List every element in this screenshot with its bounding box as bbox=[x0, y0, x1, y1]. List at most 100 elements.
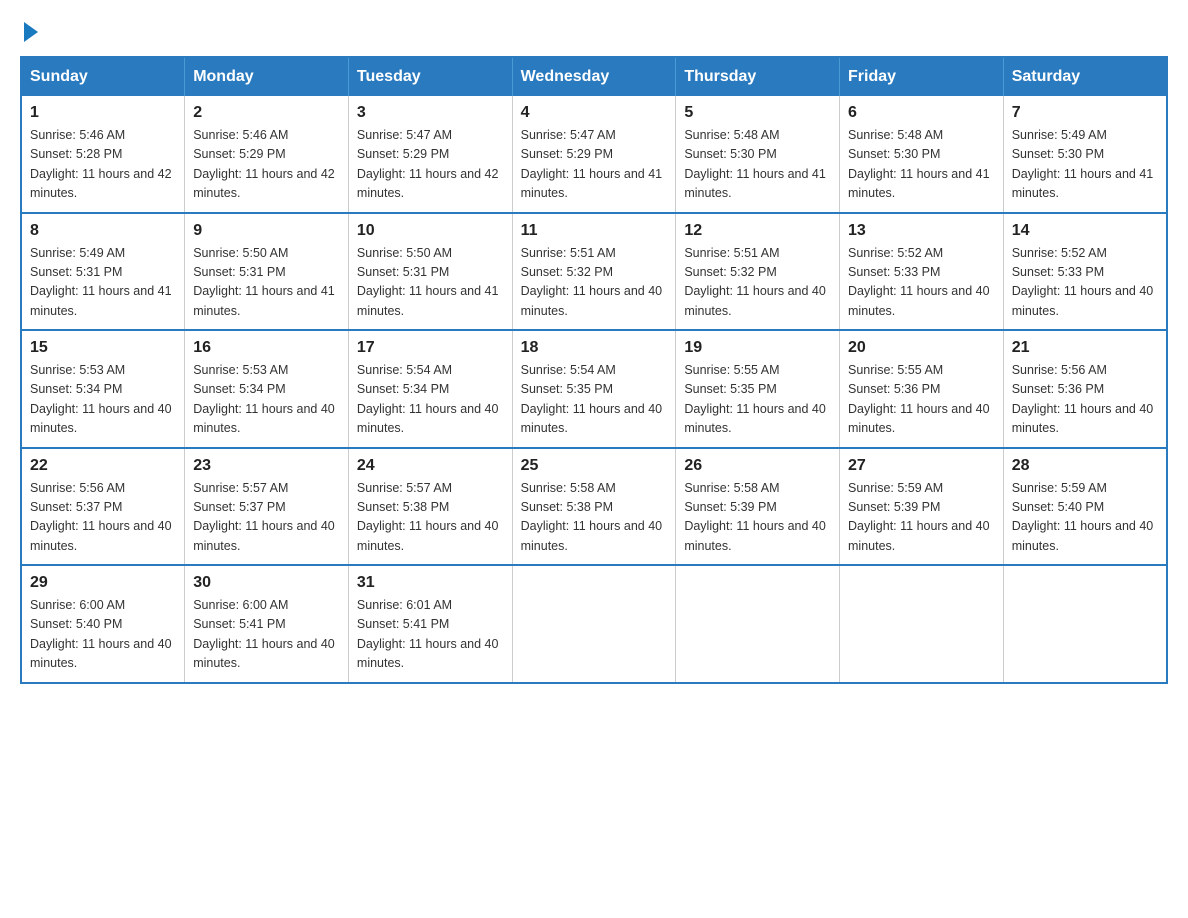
sunset-label: Sunset: 5:38 PM bbox=[357, 500, 449, 514]
calendar-week-row: 1 Sunrise: 5:46 AM Sunset: 5:28 PM Dayli… bbox=[21, 96, 1167, 213]
day-number: 25 bbox=[521, 457, 668, 475]
calendar-cell: 17 Sunrise: 5:54 AM Sunset: 5:34 PM Dayl… bbox=[348, 330, 512, 448]
calendar-week-row: 22 Sunrise: 5:56 AM Sunset: 5:37 PM Dayl… bbox=[21, 448, 1167, 566]
day-number: 17 bbox=[357, 339, 504, 357]
sunset-label: Sunset: 5:38 PM bbox=[521, 500, 613, 514]
day-info: Sunrise: 5:57 AM Sunset: 5:38 PM Dayligh… bbox=[357, 479, 504, 557]
calendar-cell: 28 Sunrise: 5:59 AM Sunset: 5:40 PM Dayl… bbox=[1003, 448, 1167, 566]
sunrise-label: Sunrise: 5:48 AM bbox=[684, 128, 779, 142]
sunrise-label: Sunrise: 5:50 AM bbox=[193, 246, 288, 260]
day-info: Sunrise: 5:47 AM Sunset: 5:29 PM Dayligh… bbox=[357, 126, 504, 204]
sunrise-label: Sunrise: 5:48 AM bbox=[848, 128, 943, 142]
day-number: 1 bbox=[30, 104, 176, 122]
calendar-header-thursday: Thursday bbox=[676, 57, 840, 96]
calendar-cell bbox=[1003, 565, 1167, 683]
day-number: 13 bbox=[848, 222, 995, 240]
sunrise-label: Sunrise: 5:51 AM bbox=[521, 246, 616, 260]
day-number: 18 bbox=[521, 339, 668, 357]
daylight-label: Daylight: 11 hours and 40 minutes. bbox=[193, 402, 335, 435]
sunrise-label: Sunrise: 5:52 AM bbox=[848, 246, 943, 260]
calendar-week-row: 8 Sunrise: 5:49 AM Sunset: 5:31 PM Dayli… bbox=[21, 213, 1167, 331]
sunset-label: Sunset: 5:32 PM bbox=[521, 265, 613, 279]
sunrise-label: Sunrise: 5:55 AM bbox=[684, 363, 779, 377]
day-info: Sunrise: 6:00 AM Sunset: 5:41 PM Dayligh… bbox=[193, 596, 340, 674]
sunrise-label: Sunrise: 5:52 AM bbox=[1012, 246, 1107, 260]
day-number: 4 bbox=[521, 104, 668, 122]
sunset-label: Sunset: 5:30 PM bbox=[848, 147, 940, 161]
daylight-label: Daylight: 11 hours and 40 minutes. bbox=[848, 284, 990, 317]
sunrise-label: Sunrise: 5:47 AM bbox=[357, 128, 452, 142]
day-number: 27 bbox=[848, 457, 995, 475]
daylight-label: Daylight: 11 hours and 42 minutes. bbox=[357, 167, 499, 200]
day-number: 7 bbox=[1012, 104, 1158, 122]
day-number: 5 bbox=[684, 104, 831, 122]
calendar-cell: 25 Sunrise: 5:58 AM Sunset: 5:38 PM Dayl… bbox=[512, 448, 676, 566]
calendar-header-friday: Friday bbox=[840, 57, 1004, 96]
day-info: Sunrise: 5:54 AM Sunset: 5:35 PM Dayligh… bbox=[521, 361, 668, 439]
calendar-header-wednesday: Wednesday bbox=[512, 57, 676, 96]
day-number: 19 bbox=[684, 339, 831, 357]
sunset-label: Sunset: 5:37 PM bbox=[193, 500, 285, 514]
calendar-cell: 30 Sunrise: 6:00 AM Sunset: 5:41 PM Dayl… bbox=[185, 565, 349, 683]
daylight-label: Daylight: 11 hours and 40 minutes. bbox=[1012, 284, 1154, 317]
daylight-label: Daylight: 11 hours and 40 minutes. bbox=[684, 284, 826, 317]
daylight-label: Daylight: 11 hours and 40 minutes. bbox=[848, 402, 990, 435]
day-info: Sunrise: 6:00 AM Sunset: 5:40 PM Dayligh… bbox=[30, 596, 176, 674]
day-info: Sunrise: 5:52 AM Sunset: 5:33 PM Dayligh… bbox=[1012, 244, 1158, 322]
day-info: Sunrise: 5:51 AM Sunset: 5:32 PM Dayligh… bbox=[521, 244, 668, 322]
sunrise-label: Sunrise: 5:59 AM bbox=[1012, 481, 1107, 495]
calendar-cell: 29 Sunrise: 6:00 AM Sunset: 5:40 PM Dayl… bbox=[21, 565, 185, 683]
sunset-label: Sunset: 5:41 PM bbox=[193, 617, 285, 631]
day-info: Sunrise: 6:01 AM Sunset: 5:41 PM Dayligh… bbox=[357, 596, 504, 674]
sunrise-label: Sunrise: 5:54 AM bbox=[521, 363, 616, 377]
sunrise-label: Sunrise: 5:46 AM bbox=[193, 128, 288, 142]
calendar-cell: 27 Sunrise: 5:59 AM Sunset: 5:39 PM Dayl… bbox=[840, 448, 1004, 566]
sunset-label: Sunset: 5:30 PM bbox=[1012, 147, 1104, 161]
sunrise-label: Sunrise: 5:49 AM bbox=[1012, 128, 1107, 142]
sunset-label: Sunset: 5:30 PM bbox=[684, 147, 776, 161]
calendar-header-tuesday: Tuesday bbox=[348, 57, 512, 96]
calendar-cell: 31 Sunrise: 6:01 AM Sunset: 5:41 PM Dayl… bbox=[348, 565, 512, 683]
calendar-cell: 24 Sunrise: 5:57 AM Sunset: 5:38 PM Dayl… bbox=[348, 448, 512, 566]
day-number: 16 bbox=[193, 339, 340, 357]
daylight-label: Daylight: 11 hours and 41 minutes. bbox=[357, 284, 499, 317]
daylight-label: Daylight: 11 hours and 40 minutes. bbox=[30, 637, 172, 670]
calendar-cell: 7 Sunrise: 5:49 AM Sunset: 5:30 PM Dayli… bbox=[1003, 96, 1167, 213]
day-info: Sunrise: 5:48 AM Sunset: 5:30 PM Dayligh… bbox=[848, 126, 995, 204]
calendar-cell bbox=[512, 565, 676, 683]
sunrise-label: Sunrise: 5:58 AM bbox=[521, 481, 616, 495]
calendar-cell: 11 Sunrise: 5:51 AM Sunset: 5:32 PM Dayl… bbox=[512, 213, 676, 331]
day-number: 9 bbox=[193, 222, 340, 240]
day-number: 20 bbox=[848, 339, 995, 357]
day-info: Sunrise: 5:57 AM Sunset: 5:37 PM Dayligh… bbox=[193, 479, 340, 557]
calendar-cell: 1 Sunrise: 5:46 AM Sunset: 5:28 PM Dayli… bbox=[21, 96, 185, 213]
day-info: Sunrise: 5:55 AM Sunset: 5:35 PM Dayligh… bbox=[684, 361, 831, 439]
day-number: 14 bbox=[1012, 222, 1158, 240]
sunset-label: Sunset: 5:39 PM bbox=[848, 500, 940, 514]
day-number: 22 bbox=[30, 457, 176, 475]
sunrise-label: Sunrise: 6:00 AM bbox=[193, 598, 288, 612]
calendar-cell: 12 Sunrise: 5:51 AM Sunset: 5:32 PM Dayl… bbox=[676, 213, 840, 331]
day-info: Sunrise: 5:49 AM Sunset: 5:30 PM Dayligh… bbox=[1012, 126, 1158, 204]
day-info: Sunrise: 5:49 AM Sunset: 5:31 PM Dayligh… bbox=[30, 244, 176, 322]
sunrise-label: Sunrise: 6:01 AM bbox=[357, 598, 452, 612]
sunrise-label: Sunrise: 5:58 AM bbox=[684, 481, 779, 495]
calendar-cell: 15 Sunrise: 5:53 AM Sunset: 5:34 PM Dayl… bbox=[21, 330, 185, 448]
sunset-label: Sunset: 5:29 PM bbox=[521, 147, 613, 161]
sunset-label: Sunset: 5:34 PM bbox=[30, 382, 122, 396]
sunrise-label: Sunrise: 5:47 AM bbox=[521, 128, 616, 142]
calendar-header-saturday: Saturday bbox=[1003, 57, 1167, 96]
calendar-cell: 18 Sunrise: 5:54 AM Sunset: 5:35 PM Dayl… bbox=[512, 330, 676, 448]
calendar-cell: 4 Sunrise: 5:47 AM Sunset: 5:29 PM Dayli… bbox=[512, 96, 676, 213]
calendar-header-row: SundayMondayTuesdayWednesdayThursdayFrid… bbox=[21, 57, 1167, 96]
daylight-label: Daylight: 11 hours and 40 minutes. bbox=[521, 284, 663, 317]
calendar-table: SundayMondayTuesdayWednesdayThursdayFrid… bbox=[20, 56, 1168, 684]
sunset-label: Sunset: 5:31 PM bbox=[30, 265, 122, 279]
calendar-header-monday: Monday bbox=[185, 57, 349, 96]
calendar-cell: 2 Sunrise: 5:46 AM Sunset: 5:29 PM Dayli… bbox=[185, 96, 349, 213]
day-number: 31 bbox=[357, 574, 504, 592]
daylight-label: Daylight: 11 hours and 40 minutes. bbox=[521, 519, 663, 552]
sunrise-label: Sunrise: 6:00 AM bbox=[30, 598, 125, 612]
daylight-label: Daylight: 11 hours and 42 minutes. bbox=[193, 167, 335, 200]
calendar-cell: 21 Sunrise: 5:56 AM Sunset: 5:36 PM Dayl… bbox=[1003, 330, 1167, 448]
